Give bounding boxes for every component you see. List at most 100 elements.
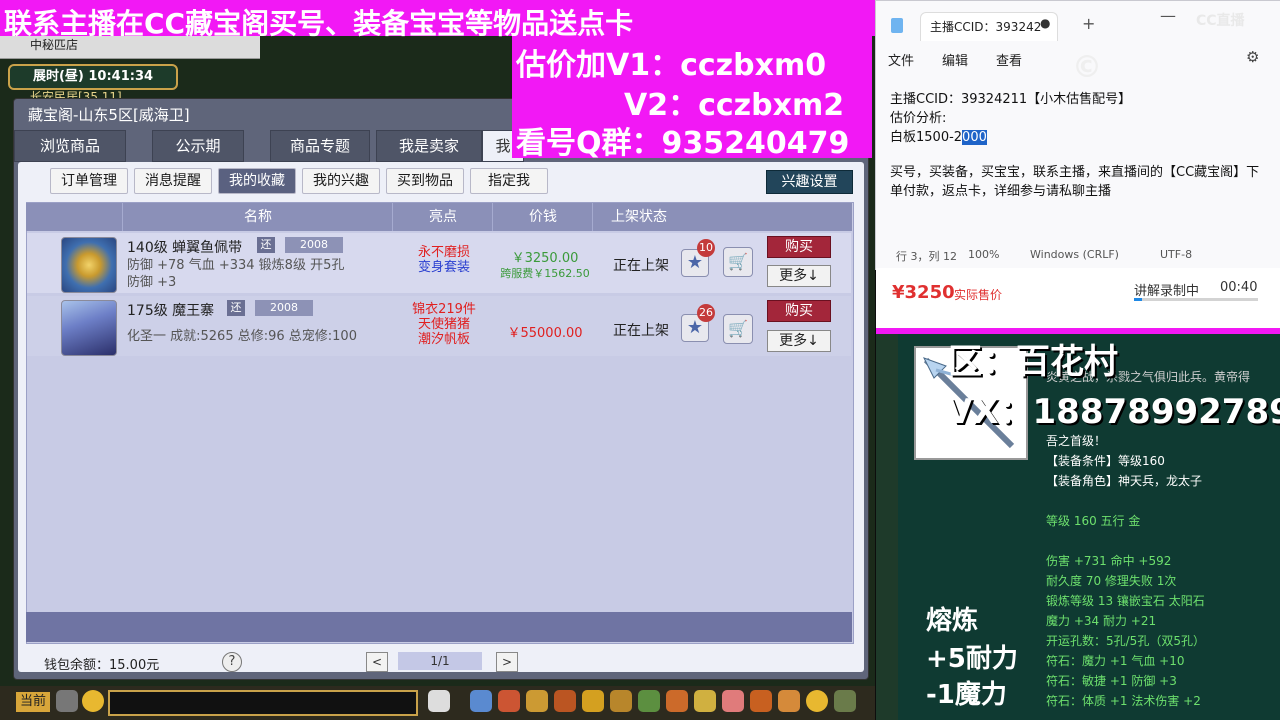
quest-icon[interactable] (610, 690, 632, 712)
page-number: 1/1 (398, 652, 482, 670)
favorite-count-badge: 10 (697, 239, 715, 257)
subtab-designated[interactable]: 指定我 (470, 168, 548, 194)
subtab-favorites[interactable]: 我的收藏 (218, 168, 296, 194)
weapon-icon[interactable] (470, 690, 492, 712)
clock-time: 10:41:34 (88, 69, 154, 84)
year-badge: 2008 (285, 237, 343, 253)
cross-server-fee: 跨服费￥1562.50 (500, 267, 590, 280)
trade-icon[interactable] (666, 690, 688, 712)
table-row[interactable]: 140级 蝉翼鱼佩带 还 2008 防御 +78 气血 +334 锻炼8级 开5… (27, 233, 851, 293)
item-price: ￥55000.00 (507, 326, 583, 341)
rune-2: 符石：敏捷 +1 防御 +3 (1046, 674, 1177, 688)
item-stats-line2: 防御 +3 (127, 275, 177, 290)
tab-topics[interactable]: 商品专题 (270, 130, 370, 162)
tab-public[interactable]: 公示期 (152, 130, 244, 162)
equip-role: 【装备角色】神天兵，龙太子 (1046, 474, 1203, 488)
equip-condition: 【装备条件】等级160 (1046, 454, 1165, 468)
bag-icon[interactable] (498, 690, 520, 712)
return-tag: 还 (257, 237, 275, 253)
gear-icon[interactable]: ⚙ (1246, 48, 1259, 66)
window-title-text: 藏宝阁-山东5区[威海卫] (28, 106, 190, 124)
region-overlay: 区：百花村 (948, 342, 1118, 382)
status-zoom: 100% (968, 248, 1000, 261)
next-page-button[interactable]: > (496, 652, 518, 672)
mail-icon[interactable] (694, 690, 716, 712)
cc-watermark-logo: © (1072, 50, 1102, 85)
status-position: 行 3，列 12 (896, 250, 957, 263)
promo-line-v1: 估价加V1：cczbxm0 (516, 48, 827, 83)
highlight-2: 天使猪猪 (417, 317, 470, 332)
notepad-line-1: 主播CCID：39324211【小木估售配号】 (890, 92, 1132, 107)
more-button[interactable]: 更多↓ (767, 265, 831, 287)
emoji-icon[interactable] (82, 690, 104, 712)
character-avatar-image[interactable] (61, 300, 117, 356)
wechat-overlay: VX：18878992789 (946, 392, 1280, 432)
system-icon[interactable] (834, 690, 856, 712)
cart-icon[interactable]: 🛒 (723, 314, 753, 344)
subtab-messages[interactable]: 消息提醒 (134, 168, 212, 194)
notepad-line-2: 估价分析: (890, 111, 947, 126)
text-selection: 000 (962, 130, 987, 145)
notepad-line-3-text: 白板1500-2 (890, 130, 963, 145)
chat-channel-button[interactable]: 当前 (16, 692, 50, 712)
tab-seller[interactable]: 我是卖家 (376, 130, 482, 162)
header-highlight: 亮点 (392, 203, 493, 231)
refine-line-2: -1魔力 (926, 680, 1007, 710)
notepad-line-3: 白板1500-2000 (890, 128, 1270, 147)
tab-browse[interactable]: 浏览商品 (14, 130, 126, 162)
shop-icon[interactable] (750, 690, 772, 712)
rune-1: 符石：魔力 +1 气血 +10 (1046, 654, 1185, 668)
item-name[interactable]: 175级 魔王寨 (127, 300, 214, 320)
menu-edit[interactable]: 编辑 (942, 50, 968, 69)
more-button[interactable]: 更多↓ (767, 330, 831, 352)
clock-label: 展时(昼) (32, 69, 84, 84)
face-icon[interactable] (806, 690, 828, 712)
recording-progress (1134, 298, 1258, 301)
cart-icon[interactable]: 🛒 (723, 247, 753, 277)
buy-button[interactable]: 购买 (767, 300, 831, 322)
buy-button[interactable]: 购买 (767, 236, 831, 258)
item-name[interactable]: 140级 蝉翼鱼佩带 (127, 237, 242, 257)
subtab-orders[interactable]: 订单管理 (50, 168, 128, 194)
sub-tabs: 订单管理 消息提醒 我的收藏 我的兴趣 买到物品 指定我 (50, 168, 550, 194)
item-highlights: 锦衣219件 天使猪猪 潮汐帆板 (399, 302, 489, 347)
chat-input[interactable] (108, 690, 418, 716)
help-icon[interactable]: ? (222, 652, 242, 672)
skill-icon[interactable] (526, 690, 548, 712)
new-tab-icon[interactable]: + (1082, 14, 1095, 33)
gift-icon[interactable] (722, 690, 744, 712)
prev-page-button[interactable]: < (366, 652, 388, 672)
interest-settings-button[interactable]: 兴趣设置 (766, 170, 853, 194)
cookie-icon[interactable] (778, 690, 800, 712)
team-icon[interactable] (554, 690, 576, 712)
subtab-bought[interactable]: 买到物品 (386, 168, 464, 194)
friend-icon[interactable] (582, 690, 604, 712)
subtab-interests[interactable]: 我的兴趣 (302, 168, 380, 194)
cc-logo: CC直播 (1196, 13, 1245, 29)
item-highlights: 永不磨损 变身套装 (399, 245, 489, 275)
item-stats-line1: 防御 +78 气血 +334 锻炼8级 开5孔 (127, 258, 345, 273)
minimize-icon[interactable]: — (1160, 6, 1176, 25)
item-stats: 化圣一 成就:5265 总修:96 总宠修:100 (127, 329, 357, 344)
unsaved-dot-icon[interactable]: ● (1040, 16, 1050, 30)
notepad-line-4: 买号，买装备，买宝宝，联系主播，来直播间的【CC藏宝阁】下单付款，返点卡，详细参… (890, 165, 1260, 199)
menu-file[interactable]: 文件 (888, 50, 914, 69)
menu-view[interactable]: 查看 (996, 50, 1022, 69)
status-eol: Windows (CRLF) (1030, 248, 1119, 261)
promo-line-qq: 看号Q群：935240479 (516, 126, 850, 161)
highlight-2: 变身套装 (417, 260, 470, 275)
notepad-text-area[interactable]: 主播CCID：39324211【小木估售配号】 估价分析: 白板1500-200… (890, 90, 1270, 201)
item-image-fishpendant[interactable] (61, 237, 117, 293)
highlight-1: 永不磨损 (417, 245, 470, 260)
equip-level: 等级 160 五行 金 (1046, 514, 1141, 528)
live-price: ¥3250 (892, 282, 955, 303)
microphone-icon[interactable] (56, 690, 78, 712)
table-row[interactable]: 175级 魔王寨 还 2008 化圣一 成就:5265 总修:96 总宠修:10… (27, 296, 851, 356)
header-name: 名称 (122, 203, 393, 231)
return-tag: 还 (227, 300, 245, 316)
notepad-status-bar: 行 3，列 12 100% Windows (CRLF) UTF-8 (876, 246, 1279, 266)
guild-icon[interactable] (638, 690, 660, 712)
live-price-label: 实际售价 (954, 288, 1003, 302)
refine-line-1: +5耐力 (926, 644, 1018, 674)
pet-icon[interactable] (428, 690, 450, 712)
